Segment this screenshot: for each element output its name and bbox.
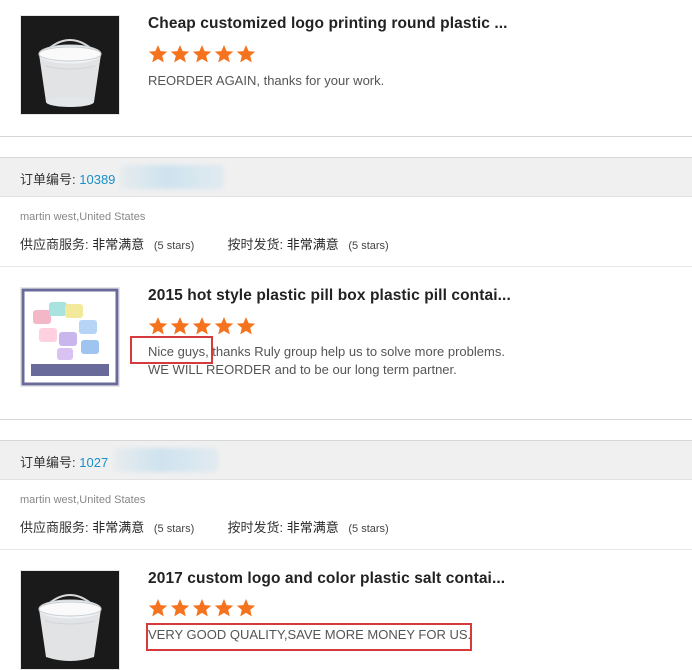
order-number-label: 订单编号: [20, 172, 76, 187]
highlight-box [130, 336, 213, 364]
order-number-link[interactable]: 10389 [79, 172, 115, 187]
product-review: 2017 custom logo and color plastic salt … [0, 550, 692, 670]
star-icon [214, 317, 234, 335]
product-title[interactable]: 2015 hot style plastic pill box plastic … [148, 287, 511, 305]
product-review: Cheap customized logo printing round pla… [0, 0, 692, 136]
supplier-service-value: 非常满意 [92, 237, 145, 252]
on-time-shipping-label: 按时发货: [227, 237, 284, 252]
star-rating [148, 316, 256, 336]
divider [0, 419, 692, 420]
star-icon [170, 45, 190, 63]
plastic-bucket-image [21, 16, 119, 114]
star-icon [148, 317, 168, 335]
order-number-link[interactable]: 1027 [79, 455, 108, 470]
product-title[interactable]: 2017 custom logo and color plastic salt … [148, 570, 505, 588]
star-icon [214, 45, 234, 63]
product-thumbnail[interactable] [20, 287, 120, 387]
star-icon [236, 45, 256, 63]
divider [0, 136, 692, 137]
on-time-shipping-stars: (5 stars) [348, 240, 389, 252]
on-time-shipping-stars: (5 stars) [348, 523, 389, 535]
pill-box-image [21, 288, 119, 386]
buyer-info: martin west,United States [20, 211, 146, 223]
on-time-shipping-label: 按时发货: [227, 520, 284, 535]
star-icon [192, 599, 212, 617]
order-number-label: 订单编号: [20, 455, 76, 470]
star-icon [236, 317, 256, 335]
seller-ratings: 供应商服务: 非常满意 (5 stars) 按时发货: 非常满意 (5 star… [20, 517, 389, 536]
star-icon [214, 599, 234, 617]
redacted-order-number [120, 165, 224, 189]
order-header: 订单编号: 10389 [0, 157, 692, 197]
star-icon [192, 45, 212, 63]
star-icon [170, 317, 190, 335]
product-title[interactable]: Cheap customized logo printing round pla… [148, 15, 508, 33]
product-review: 2015 hot style plastic pill box plastic … [0, 267, 692, 419]
highlight-box [146, 623, 472, 651]
star-icon [148, 45, 168, 63]
review-comment: REORDER AGAIN, thanks for your work. [148, 72, 384, 90]
order-header: 订单编号: 1027 [0, 440, 692, 480]
star-rating [148, 44, 256, 64]
product-thumbnail[interactable] [20, 15, 120, 115]
redacted-order-number [114, 448, 218, 472]
star-icon [170, 599, 190, 617]
supplier-service-label: 供应商服务: [20, 237, 89, 252]
comment-line: REORDER AGAIN, thanks for your work. [148, 73, 385, 88]
supplier-service-stars: (5 stars) [153, 240, 195, 252]
buyer-info: martin west,United States [20, 494, 146, 506]
star-icon [192, 317, 212, 335]
supplier-service-stars: (5 stars) [153, 523, 195, 535]
supplier-service-value: 非常满意 [92, 520, 145, 535]
star-icon [236, 599, 256, 617]
star-icon [148, 599, 168, 617]
seller-ratings: 供应商服务: 非常满意 (5 stars) 按时发货: 非常满意 (5 star… [20, 234, 389, 253]
on-time-shipping-value: 非常满意 [286, 520, 339, 535]
plastic-bucket-image [21, 571, 119, 669]
star-rating [148, 598, 256, 618]
product-thumbnail[interactable] [20, 570, 120, 670]
supplier-service-label: 供应商服务: [20, 520, 89, 535]
on-time-shipping-value: 非常满意 [286, 237, 339, 252]
